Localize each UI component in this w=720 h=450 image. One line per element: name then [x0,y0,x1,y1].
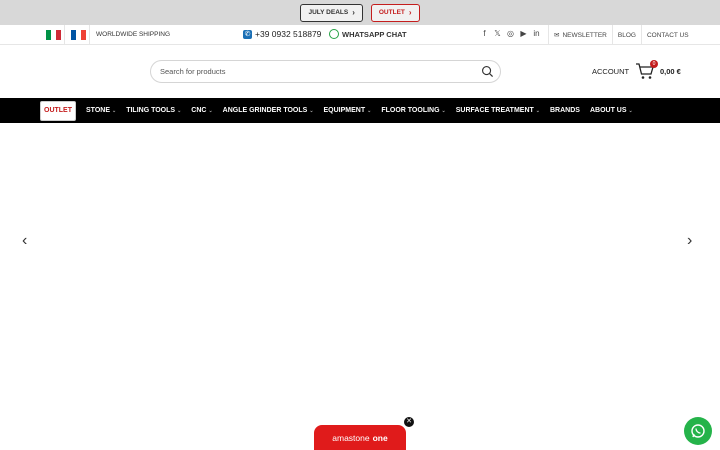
contact-link[interactable]: CONTACT US [640,25,694,45]
amastone-one-widget[interactable]: amastone one [314,425,406,450]
july-deals-label: JULY DEALS [308,9,349,16]
contact-label: CONTACT US [646,31,689,39]
nav-item-outlet[interactable]: OUTLET [40,100,76,121]
account-link[interactable]: ACCOUNT [592,67,629,76]
italy-flag-icon[interactable] [46,30,61,40]
chevron-down-icon: ⌄ [112,107,117,114]
newsletter-label: NEWSLETTER [562,31,607,39]
nav-label: STONE [86,107,110,114]
chevron-down-icon: ⌄ [535,107,540,114]
nav-item-surface-treatment[interactable]: SURFACE TREATMENT ⌄ [451,98,545,123]
promo-bar: JULY DEALS › OUTLET › [0,0,720,25]
search-placeholder: Search for products [160,67,226,76]
top-bar: WORLDWIDE SHIPPING ✆ +39 0932 518879 WHA… [0,25,720,45]
nav-label: TILING TOOLS [126,107,176,114]
nav-item-equipment[interactable]: EQUIPMENT ⌄ [319,98,377,123]
main-header: Search for products ACCOUNT 0 0,00 € [0,45,720,98]
search-input[interactable]: Search for products [150,60,501,83]
search-icon[interactable] [481,65,494,78]
whatsapp-icon [691,424,705,438]
nav-item-angle-grinder-tools[interactable]: ANGLE GRINDER TOOLS ⌄ [218,98,319,123]
outlet-promo-button[interactable]: OUTLET › [370,3,420,22]
nav-label: SURFACE TREATMENT [455,107,534,114]
chevron-down-icon: ⌄ [208,107,213,114]
chevron-right-icon: › [408,8,412,17]
chevron-down-icon: ⌄ [628,107,633,114]
youtube-icon[interactable]: ▶ [520,29,527,38]
phone-link[interactable]: ✆ +39 0932 518879 [243,29,321,39]
slider-prev-arrow-icon[interactable]: ‹ [22,232,27,250]
widget-brand-suffix: one [372,432,388,443]
cart-total[interactable]: 0,00 € [660,67,681,76]
nav-label: OUTLET [44,107,72,114]
hero-slider: ‹ › [0,123,720,450]
chevron-down-icon: ⌄ [177,107,182,114]
chevron-right-icon: › [352,8,355,17]
outlet-promo-label: OUTLET [378,9,405,16]
widget-brand-prefix: amastone [332,432,370,443]
chevron-down-icon: ⌄ [367,107,372,114]
nav-label: FLOOR TOOLING [381,107,440,114]
top-links: ✉ NEWSLETTER BLOG CONTACT US [548,25,694,45]
whatsapp-chat-link[interactable]: WHATSAPP CHAT [329,29,407,39]
mail-icon: ✉ [554,32,560,39]
divider [89,25,90,45]
cart-count-badge: 0 [650,60,658,68]
slider-next-arrow-icon[interactable]: › [687,232,692,250]
chevron-down-icon: ⌄ [441,107,446,114]
nav-label: BRANDS [550,107,580,114]
nav-item-brands[interactable]: BRANDS [545,98,585,123]
facebook-icon[interactable]: f [481,29,488,38]
nav-item-tiling-tools[interactable]: TILING TOOLS ⌄ [121,98,186,123]
main-nav: OUTLET STONE ⌄ TILING TOOLS ⌄ CNC ⌄ ANGLE G… [0,98,720,123]
shipping-text: WORLDWIDE SHIPPING [96,31,171,38]
blog-label: BLOG [617,31,636,39]
nav-item-floor-tooling[interactable]: FLOOR TOOLING ⌄ [376,98,450,123]
linkedin-icon[interactable]: in [533,29,540,38]
newsletter-link[interactable]: ✉ NEWSLETTER [548,25,612,45]
phone-icon: ✆ [243,29,252,39]
divider [64,25,65,45]
x-icon[interactable]: 𝕏 [494,29,501,38]
whatsapp-label: WHATSAPP CHAT [342,29,407,39]
chevron-down-icon: ⌄ [309,107,314,114]
instagram-icon[interactable]: ◎ [507,29,514,38]
phone-number: +39 0932 518879 [255,29,322,39]
nav-label: ANGLE GRINDER TOOLS [222,107,308,114]
nav-label: ABOUT US [589,107,627,114]
july-deals-button[interactable]: JULY DEALS › [300,3,363,22]
nav-label: EQUIPMENT [323,107,366,114]
social-links: f 𝕏 ◎ ▶ in [481,29,540,38]
nav-label: CNC [191,107,207,114]
nav-item-stone[interactable]: STONE ⌄ [81,98,121,123]
whatsapp-icon [329,29,339,39]
nav-item-about-us[interactable]: ABOUT US ⌄ [585,98,638,123]
whatsapp-float-button[interactable] [684,417,712,445]
blog-link[interactable]: BLOG [611,25,641,45]
nav-item-cnc[interactable]: CNC ⌄ [186,98,217,123]
close-icon[interactable]: ✕ [404,417,414,427]
france-flag-icon[interactable] [71,30,86,40]
